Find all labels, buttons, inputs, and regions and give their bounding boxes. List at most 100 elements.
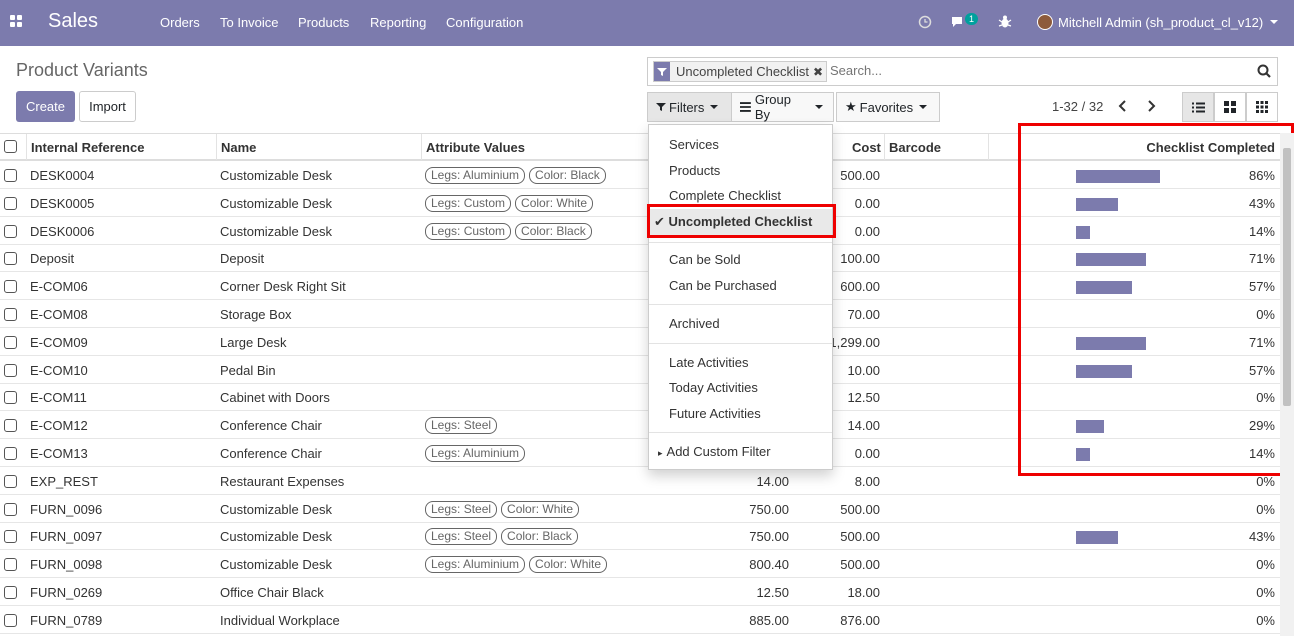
row-checkbox[interactable] <box>4 419 17 433</box>
table-row[interactable]: FURN_0789 Individual Workplace 885.00 87… <box>0 606 1280 634</box>
row-checkbox[interactable] <box>4 613 17 627</box>
table-row[interactable]: FURN_0096 Customizable Desk Legs: Steel C… <box>0 495 1280 523</box>
filter-complete-checklist[interactable]: Complete Checklist <box>669 188 781 203</box>
group-by-button[interactable]: Group By <box>731 92 834 122</box>
attribute-tag: Legs: Custom <box>425 194 512 212</box>
cell-name: Pedal Bin <box>220 362 276 378</box>
filter-icon <box>656 103 666 111</box>
menu-reporting[interactable]: Reporting <box>370 15 426 30</box>
attribute-tag: Color: White <box>501 500 580 518</box>
row-checkbox[interactable] <box>4 586 17 599</box>
row-checkbox[interactable] <box>4 252 17 266</box>
app-brand: Sales <box>48 10 99 32</box>
pager-next-icon[interactable] <box>1146 100 1156 112</box>
row-checkbox[interactable] <box>4 530 17 544</box>
cell-name: Customizable Desk <box>220 168 332 183</box>
clock-icon[interactable] <box>918 15 932 29</box>
filter-late-activities[interactable]: Late Activities <box>669 355 749 370</box>
search-input[interactable] <box>830 63 1250 78</box>
menu-orders[interactable]: Orders <box>160 15 200 30</box>
row-checkbox[interactable] <box>4 224 17 238</box>
cell-cost: 0.00 <box>854 195 880 211</box>
add-custom-filter[interactable]: ▸ Add Custom Filter <box>658 444 771 459</box>
checklist-percent: 0% <box>1256 501 1275 517</box>
filter-products[interactable]: Products <box>669 163 720 178</box>
cell-name: Cabinet with Doors <box>220 390 330 406</box>
attribute-tag: Color: Black <box>501 528 578 546</box>
table-row[interactable]: FURN_0269 Office Chair Black 12.50 18.00… <box>0 578 1280 606</box>
row-checkbox[interactable] <box>4 447 17 460</box>
list-view-button[interactable] <box>1182 92 1214 122</box>
cell-cost: 600.00 <box>840 279 880 295</box>
column-barcode[interactable]: Barcode <box>889 140 941 155</box>
chat-icon[interactable] <box>950 15 966 29</box>
row-checkbox[interactable] <box>4 502 17 516</box>
user-menu[interactable]: Mitchell Admin (sh_product_cl_v12) <box>1058 15 1263 30</box>
user-avatar[interactable] <box>1037 14 1053 30</box>
cell-sales-price: 885.00 <box>749 612 789 628</box>
menu-products[interactable]: Products <box>298 15 349 30</box>
kanban-view-button[interactable] <box>1214 92 1246 122</box>
pager-value[interactable]: 1-32 / 32 <box>1052 99 1103 114</box>
menu-to-invoice[interactable]: To Invoice <box>220 15 279 30</box>
cell-attribute-values: Legs: Custom Color: White <box>425 194 597 212</box>
cell-cost: 0.00 <box>854 223 880 239</box>
attribute-tag: Legs: Aluminium <box>425 167 526 184</box>
column-attribute-values[interactable]: Attribute Values <box>426 140 525 155</box>
row-checkbox[interactable] <box>4 308 17 321</box>
row-checkbox[interactable] <box>4 169 17 182</box>
filter-future-activities[interactable]: Future Activities <box>669 406 761 421</box>
vertical-scrollbar[interactable] <box>1280 133 1294 636</box>
row-checkbox[interactable] <box>4 558 17 572</box>
filters-button[interactable]: Filters <box>647 92 732 122</box>
row-checkbox[interactable] <box>4 280 17 294</box>
cell-sales-price: 14.00 <box>756 473 789 489</box>
cell-attribute-values: Legs: Steel <box>425 417 501 435</box>
bug-icon[interactable] <box>998 14 1012 29</box>
attribute-tag: Color: White <box>515 194 594 212</box>
scrollbar-thumb[interactable] <box>1283 148 1291 406</box>
cell-cost: 500.00 <box>840 557 880 573</box>
checklist-progress-bar <box>1076 559 1174 573</box>
user-caret-icon[interactable] <box>1270 20 1278 24</box>
column-cost[interactable]: Cost <box>852 140 881 155</box>
column-internal-reference[interactable]: Internal Reference <box>31 140 144 155</box>
table-row[interactable]: FURN_0098 Customizable Desk Legs: Alumin… <box>0 550 1280 579</box>
cell-name: Customizable Desk <box>220 501 332 517</box>
cell-internal-reference: E-COM12 <box>30 418 88 434</box>
column-name[interactable]: Name <box>221 140 256 155</box>
pager-previous-icon[interactable] <box>1118 100 1128 112</box>
row-checkbox[interactable] <box>4 196 17 210</box>
grid-view-button[interactable] <box>1246 92 1278 122</box>
cell-internal-reference: FURN_0269 <box>30 585 103 600</box>
row-checkbox[interactable] <box>4 474 17 488</box>
table-row[interactable]: FURN_0097 Customizable Desk Legs: Steel C… <box>0 522 1280 551</box>
list-view-icon <box>1191 102 1205 112</box>
cell-name: Conference Chair <box>220 418 322 434</box>
cell-internal-reference: FURN_0097 <box>30 529 103 545</box>
remove-facet-icon[interactable]: ✖ <box>813 65 826 79</box>
apps-menu-icon[interactable] <box>10 15 23 28</box>
grid-view-icon <box>1256 101 1268 113</box>
create-button[interactable]: Create <box>16 91 75 122</box>
row-checkbox[interactable] <box>4 335 17 349</box>
cell-cost: 70.00 <box>847 307 880 322</box>
search-icon[interactable] <box>1257 64 1271 78</box>
checklist-progress-bar <box>1076 614 1174 628</box>
menu-configuration[interactable]: Configuration <box>446 15 523 30</box>
checklist-progress-bar <box>1076 475 1174 489</box>
row-checkbox[interactable] <box>4 391 17 405</box>
cell-sales-price: 750.00 <box>749 501 789 517</box>
filter-can-be-sold[interactable]: Can be Sold <box>669 252 741 267</box>
attribute-tag: Color: White <box>529 556 608 574</box>
row-checkbox[interactable] <box>4 363 17 377</box>
search-box[interactable]: Uncompleted Checklist ✖ <box>647 57 1278 86</box>
favorites-button[interactable]: ★ Favorites <box>836 92 940 122</box>
filter-services[interactable]: Services <box>669 137 719 152</box>
import-button[interactable]: Import <box>79 91 136 122</box>
select-all-checkbox[interactable] <box>4 140 17 153</box>
filter-today-activities[interactable]: Today Activities <box>669 380 758 395</box>
filter-can-be-purchased[interactable]: Can be Purchased <box>669 278 777 293</box>
filter-archived[interactable]: Archived <box>669 316 720 331</box>
attribute-tag: Legs: Steel <box>425 417 498 435</box>
